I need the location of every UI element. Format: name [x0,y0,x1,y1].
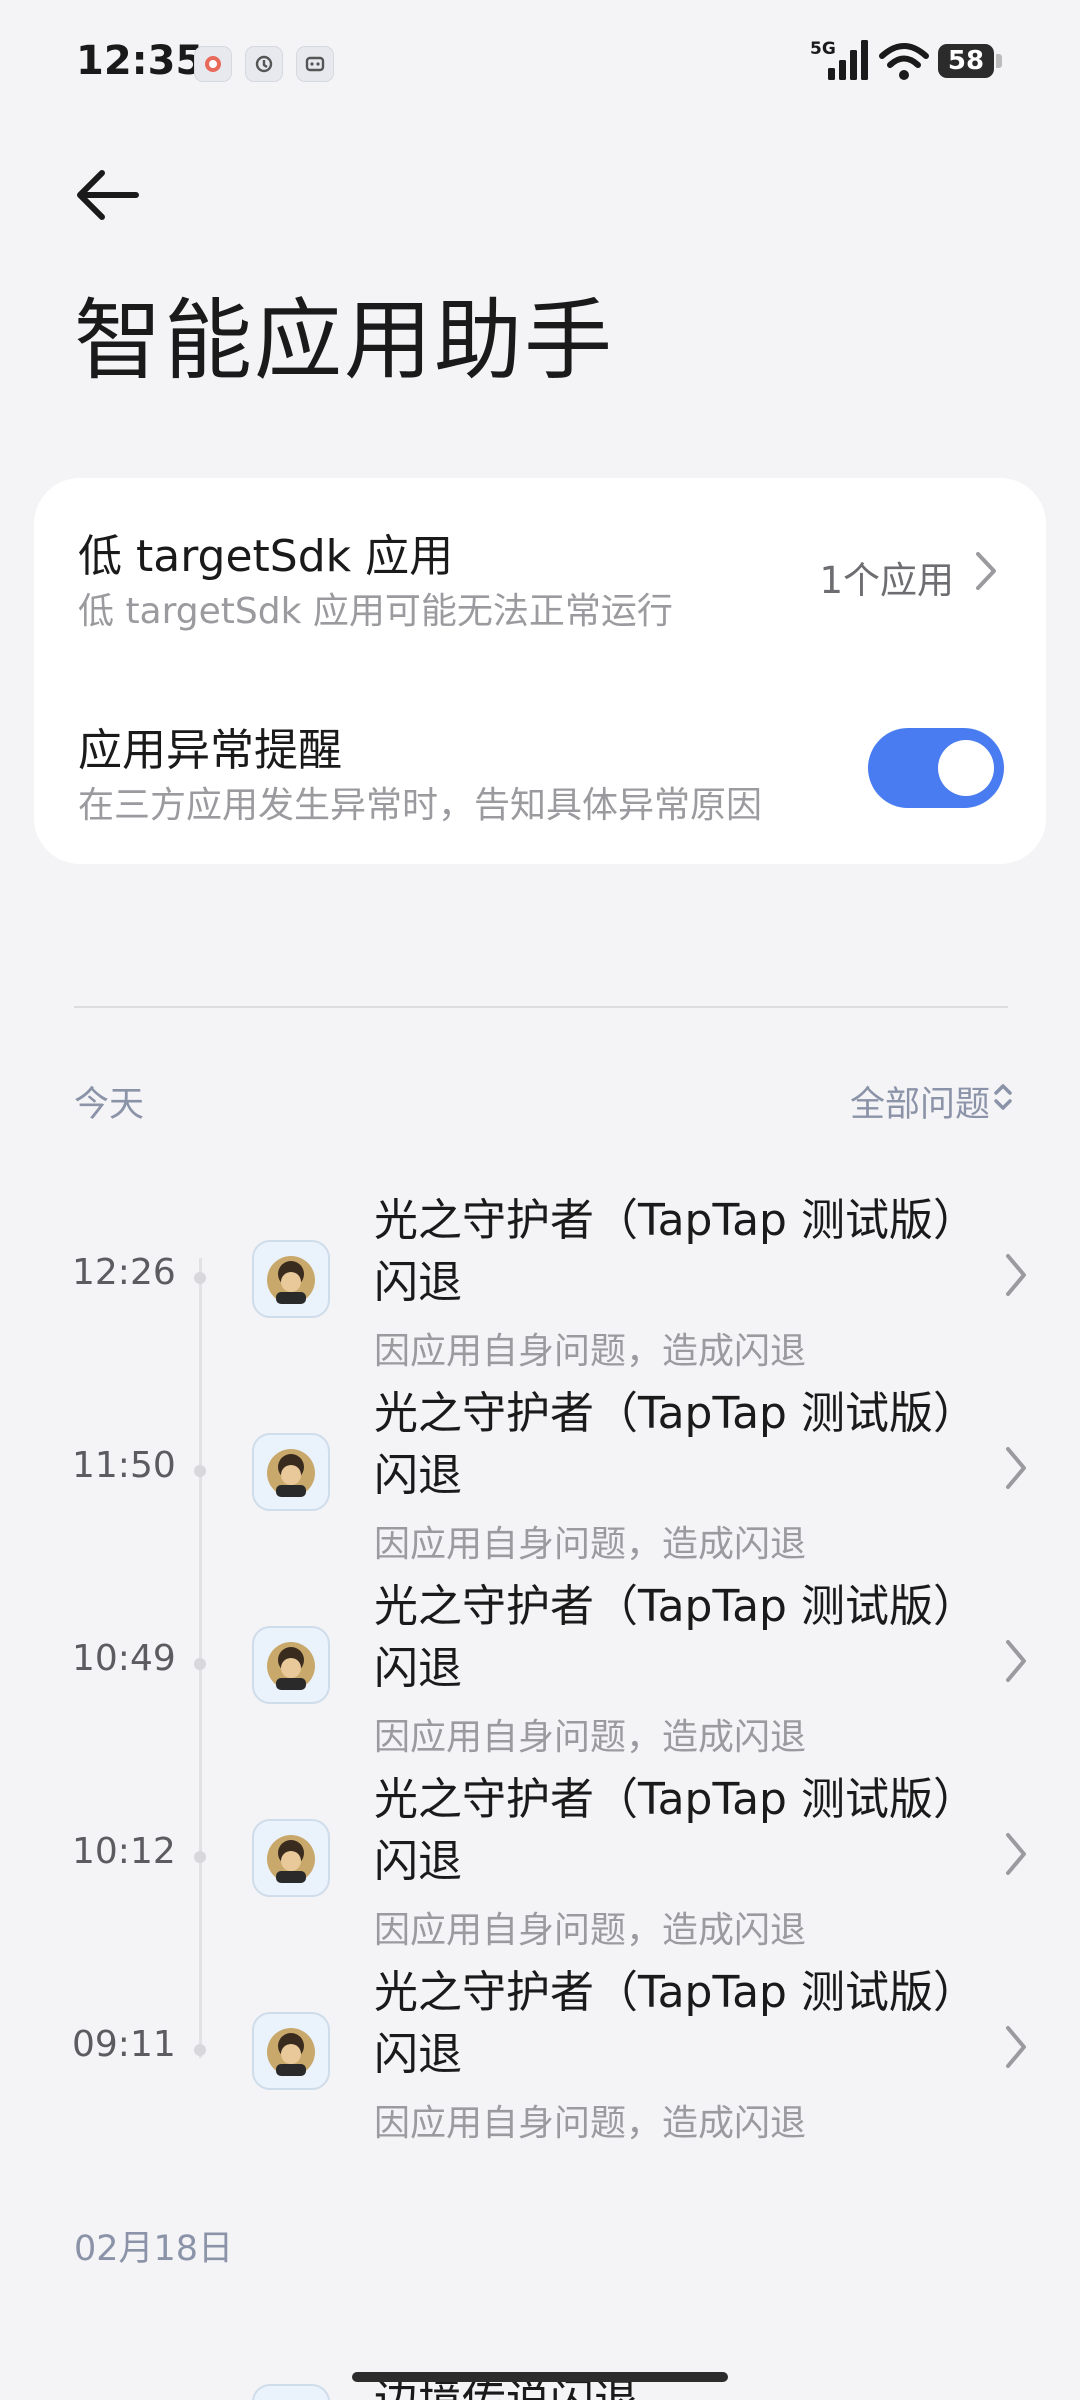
low-targetsdk-title: 低 targetSdk 应用 [78,531,454,582]
entry-app-name: 光之守护者（TapTap 测试版）闪退 [374,1967,977,2080]
entry-time: 12:26 [72,1252,176,1293]
chevron-right-icon [976,552,996,590]
entry-reason: 因应用自身问题，造成闪退 [374,1524,807,1565]
low-targetsdk-subtitle: 低 targetSdk 应用可能无法正常运行 [78,591,673,632]
crash-alert-title: 应用异常提醒 [78,725,342,776]
game-app-icon [252,1626,330,1704]
entry-app-name: 光之守护者（TapTap 测试版）闪退 [374,1195,977,1308]
low-targetsdk-count: 1个应用 [819,559,954,602]
entry-app-name: 光之守护者（TapTap 测试版）闪退 [374,1581,977,1694]
crash-entry[interactable]: 10:12 光之守护者（TapTap 测试版）闪退 因应用自身问题，造成闪退 [0,1765,1080,1957]
chevron-right-icon [1006,1833,1026,1875]
entry-reason: 因应用自身问题，造成闪退 [374,2103,807,2144]
filter-dropdown[interactable]: 全部问题 [850,1076,990,1127]
network-type-label: 5G [810,39,836,59]
home-indicator[interactable] [352,2372,728,2382]
status-time: 12:35 [76,38,204,84]
game-app-icon [252,1433,330,1511]
game-app-icon [252,2384,330,2400]
section-divider [74,1006,1008,1008]
entry-time: 10:12 [72,1831,176,1872]
crash-alert-subtitle: 在三方应用发生异常时，告知具体异常原因 [78,785,763,826]
wifi-icon [879,43,929,80]
arrow-left-icon [77,170,139,220]
timeline-dot [194,1272,206,1284]
date-header-feb18: 02月18日 [74,2229,234,2269]
crash-alert-toggle[interactable] [868,728,1004,808]
chevron-right-icon [1006,2026,1026,2068]
status-bar: 12:35 5G 58 [0,0,1080,126]
crash-alert-row: 应用异常提醒 在三方应用发生异常时，告知具体异常原因 [34,668,1046,864]
page-title: 智能应用助手 [74,289,615,392]
entry-time: 09:11 [72,2024,176,2065]
entry-app-name: 光之守护者（TapTap 测试版）闪退 [374,1388,977,1501]
game-app-icon [252,2012,330,2090]
notification-icon-app [194,46,232,82]
game-app-icon [252,1819,330,1897]
entry-reason: 因应用自身问题，造成闪退 [374,1331,807,1372]
battery-icon: 58 [938,44,994,78]
battery-level: 58 [947,46,985,76]
low-targetsdk-row[interactable]: 低 targetSdk 应用 低 targetSdk 应用可能无法正常运行 1个… [34,478,1046,668]
toggle-knob [938,740,994,796]
entry-reason: 因应用自身问题，造成闪退 [374,1910,807,1951]
chevron-right-icon [1006,1254,1026,1296]
crash-entry[interactable]: 10:49 光之守护者（TapTap 测试版）闪退 因应用自身问题，造成闪退 [0,1572,1080,1764]
battery-tip [996,54,1002,68]
crash-entry[interactable]: 12:26 光之守护者（TapTap 测试版）闪退 因应用自身问题，造成闪退 [0,1186,1080,1378]
chevron-right-icon [1006,1640,1026,1682]
crash-entry[interactable]: 09:11 光之守护者（TapTap 测试版）闪退 因应用自身问题，造成闪退 [0,1958,1080,2150]
crash-entry[interactable]: 11:50 光之守护者（TapTap 测试版）闪退 因应用自身问题，造成闪退 [0,1379,1080,1571]
entry-app-name: 光之守护者（TapTap 测试版）闪退 [374,1774,977,1887]
timeline-dot [194,2044,206,2056]
entry-time: 11:50 [72,1445,176,1486]
sort-chevrons-icon[interactable] [992,1082,1014,1112]
date-header-today: 今天 [74,1085,145,1125]
entry-time: 10:49 [72,1638,176,1679]
notification-icon-system [245,46,283,82]
timeline-dot [194,1658,206,1670]
entry-reason: 因应用自身问题，造成闪退 [374,1717,807,1758]
game-app-icon [252,1240,330,1318]
timeline-dot [194,1465,206,1477]
settings-card: 低 targetSdk 应用 低 targetSdk 应用可能无法正常运行 1个… [34,478,1046,864]
notification-icon-robot [296,46,334,82]
cellular-signal-icon: 5G [810,39,868,80]
entry-app-name: 边境传说闪退 [374,2364,638,2400]
chevron-right-icon [1006,1447,1026,1489]
back-button[interactable] [70,165,150,235]
timeline-dot [194,1851,206,1863]
